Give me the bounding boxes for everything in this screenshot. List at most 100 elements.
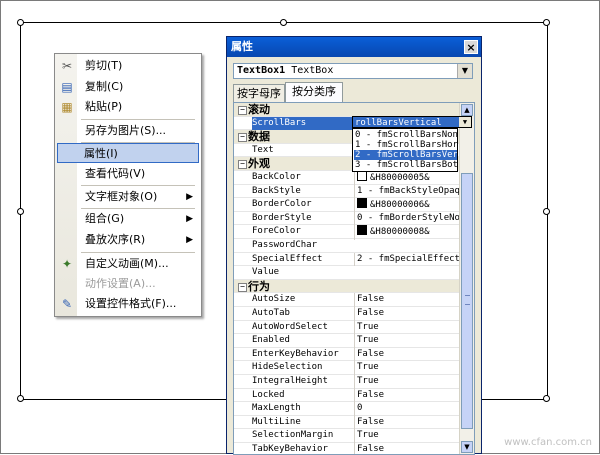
tab-alphabetic[interactable]: 按字母序 — [233, 84, 285, 102]
property-name: ScrollBars — [252, 116, 352, 131]
resize-handle-right[interactable] — [543, 208, 550, 215]
category-label: 行为 — [248, 279, 270, 293]
property-value[interactable]: True — [354, 361, 460, 375]
property-value-text: False — [357, 294, 385, 305]
property-name: TabKeyBehavior — [252, 444, 328, 454]
chevron-down-icon[interactable]: ▼ — [459, 117, 471, 127]
scrollbars-value-combo[interactable]: rollBarsVertical ▼ — [352, 116, 472, 128]
property-row[interactable]: SpecialEffect 2 - fmSpecialEffectSunken — [234, 252, 460, 267]
property-value[interactable]: True — [354, 320, 460, 335]
property-value[interactable]: 0 - fmBorderStyleNone — [354, 211, 460, 226]
menu-item-order[interactable]: 叠放次序(R) ▶ — [57, 230, 199, 250]
property-value[interactable]: False — [354, 415, 460, 430]
object-selector[interactable]: TextBox1 TextBox ▼ — [233, 63, 473, 79]
dropdown-option[interactable]: 3 - fmScrollBarsBoth — [354, 160, 457, 170]
property-category[interactable]: − 滚动 — [234, 103, 460, 117]
resize-handle-top-left[interactable] — [17, 19, 24, 26]
property-row[interactable]: HideSelection True — [234, 361, 460, 375]
scroll-down-icon[interactable]: ▼ — [461, 441, 473, 453]
menu-item-copy[interactable]: ▤ 复制(C) — [57, 77, 199, 97]
menu-item-paste[interactable]: ▦ 粘贴(P) — [57, 97, 199, 117]
property-value[interactable]: True — [354, 334, 460, 348]
resize-handle-top-right[interactable] — [543, 19, 550, 26]
property-value[interactable]: &H80000005& — [354, 171, 460, 186]
properties-titlebar[interactable]: 属性 × — [227, 37, 481, 57]
property-value[interactable]: &H80000006& — [354, 198, 460, 213]
property-value-text: True — [357, 430, 379, 441]
close-icon[interactable]: × — [464, 40, 478, 54]
category-label: 数据 — [248, 130, 270, 144]
chevron-down-icon[interactable]: ▼ — [457, 64, 472, 78]
property-value-text: False — [357, 308, 385, 318]
menu-item-textbox-object[interactable]: 文字框对象(O) ▶ — [57, 187, 199, 207]
property-name: BackColor — [252, 172, 301, 182]
menu-item-save-as-picture[interactable]: 另存为图片(S)... — [57, 121, 199, 141]
scrollbar-thumb[interactable] — [461, 173, 473, 429]
property-row[interactable]: TabKeyBehavior False — [234, 443, 460, 454]
property-value[interactable]: 0 — [354, 402, 460, 416]
menu-item-label: 动作设置(A)... — [85, 277, 156, 290]
property-row[interactable]: IntegralHeight True — [234, 375, 460, 389]
color-swatch — [357, 225, 367, 236]
property-value[interactable]: False — [354, 293, 460, 307]
property-value[interactable]: False — [354, 388, 460, 403]
property-row[interactable]: AutoSize False — [234, 293, 460, 307]
property-grid-scrollbar[interactable]: ▲ ▼ — [459, 103, 474, 454]
dropdown-option-selected[interactable]: 2 - fmScrollBarsVertical — [354, 150, 457, 160]
property-row[interactable]: SelectionMargin True — [234, 429, 460, 443]
property-name: ForeColor — [252, 226, 301, 237]
property-row[interactable]: PasswordChar — [234, 239, 460, 253]
property-row[interactable]: AutoTab False — [234, 307, 460, 321]
property-value[interactable]: True — [354, 429, 460, 443]
copy-icon: ▤ — [61, 80, 73, 94]
property-value-text: False — [357, 416, 385, 427]
property-value[interactable]: True — [354, 375, 460, 389]
menu-item-format-control[interactable]: ✎ 设置控件格式(F)... — [57, 294, 199, 314]
resize-handle-top[interactable] — [280, 19, 287, 26]
property-value-text: True — [357, 362, 379, 373]
tab-categorized[interactable]: 按分类序 — [285, 82, 343, 102]
property-value[interactable]: &H80000008& — [354, 225, 460, 240]
property-row[interactable]: BackStyle 1 - fmBackStyleOpaque — [234, 184, 460, 199]
menu-item-view-code[interactable]: 查看代码(V) — [57, 164, 199, 184]
resize-handle-bottom-right[interactable] — [543, 395, 550, 402]
submenu-arrow-icon: ▶ — [186, 214, 193, 224]
property-row[interactable]: ForeColor &H80000008& — [234, 225, 460, 240]
collapse-icon[interactable]: − — [238, 133, 247, 143]
property-value[interactable]: False — [354, 347, 460, 362]
property-row[interactable]: BorderStyle 0 - fmBorderStyleNone — [234, 211, 460, 226]
collapse-icon[interactable]: − — [238, 282, 247, 292]
property-row[interactable]: MultiLine False — [234, 415, 460, 430]
property-name: MaxLength — [252, 403, 301, 414]
property-row[interactable]: AutoWordSelect True — [234, 320, 460, 335]
menu-item-custom-animation[interactable]: ✦ 自定义动画(M)... — [57, 254, 199, 274]
scroll-up-icon[interactable]: ▲ — [461, 104, 473, 116]
property-row[interactable]: BorderColor &H80000006& — [234, 198, 460, 213]
menu-item-cut[interactable]: ✂ 剪切(T) — [57, 56, 199, 76]
collapse-icon[interactable]: − — [238, 160, 247, 170]
color-swatch — [357, 171, 367, 181]
property-value-text: 0 - fmBorderStyleNone — [357, 212, 460, 223]
property-name: AutoWordSelect — [252, 321, 328, 332]
property-category[interactable]: − 行为 — [234, 279, 460, 294]
collapse-icon[interactable]: − — [238, 106, 247, 115]
property-value[interactable]: False — [354, 443, 460, 454]
resize-handle-bottom-left[interactable] — [17, 395, 24, 402]
resize-handle-left[interactable] — [17, 208, 24, 215]
menu-item-group[interactable]: 组合(G) ▶ — [57, 209, 199, 229]
dropdown-option[interactable]: 0 - fmScrollBarsNone — [354, 130, 457, 140]
menu-item-label: 剪切(T) — [85, 59, 123, 72]
property-name: BackStyle — [252, 185, 301, 196]
property-value[interactable]: 2 - fmSpecialEffectSunken — [354, 252, 460, 267]
dropdown-option[interactable]: 1 - fmScrollBarsHorizontal — [354, 140, 457, 150]
property-row[interactable]: EnterKeyBehavior False — [234, 347, 460, 362]
property-row[interactable]: Locked False — [234, 388, 460, 403]
property-value[interactable]: False — [354, 307, 460, 321]
property-row[interactable]: Enabled True — [234, 334, 460, 348]
property-value[interactable]: 1 - fmBackStyleOpaque — [354, 184, 460, 199]
property-value-text: 0 — [357, 403, 363, 414]
property-row[interactable]: MaxLength 0 — [234, 402, 460, 416]
property-row[interactable]: Value — [234, 266, 460, 280]
menu-item-properties[interactable]: 属性(I) — [57, 143, 199, 163]
property-row[interactable]: BackColor &H80000005& — [234, 171, 460, 186]
